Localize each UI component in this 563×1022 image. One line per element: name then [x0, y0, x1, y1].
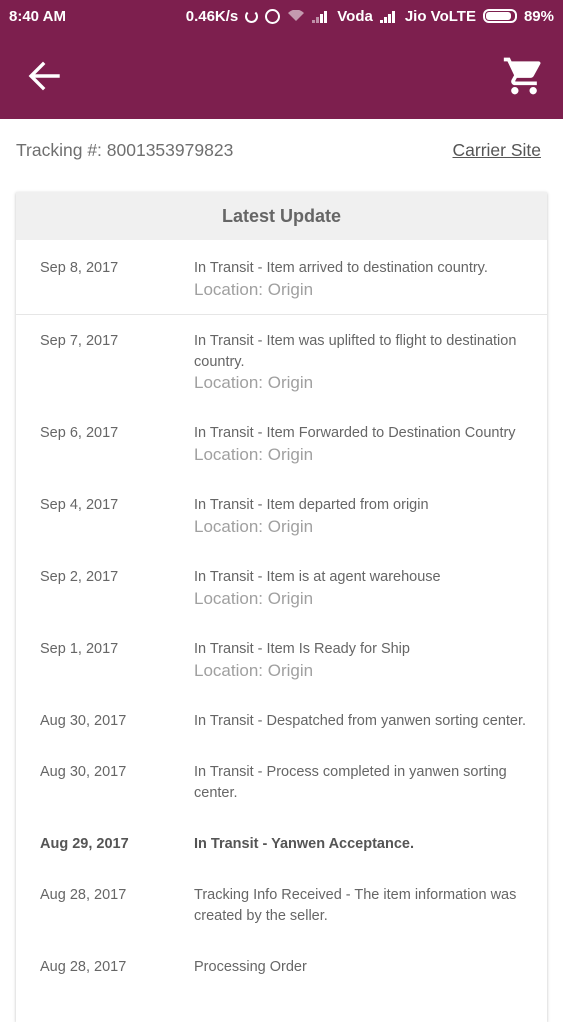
update-date: Aug 30, 2017 [40, 764, 127, 780]
status-time: 8:40 AM [9, 7, 66, 25]
update-description: In Transit - Item arrived to destination… [194, 258, 539, 300]
back-button[interactable] [24, 56, 64, 96]
update-date: Sep 8, 2017 [40, 260, 119, 276]
update-status: In Transit - Yanwen Acceptance. [194, 836, 414, 852]
update-status: In Transit - Process completed in yanwen… [194, 764, 507, 801]
card-header: Latest Update [16, 192, 547, 240]
update-status: Tracking Info Received - The item inform… [194, 887, 517, 924]
battery-icon [482, 9, 517, 23]
status-icons: 0.46K/s Voda Jio VoLTE 89% [186, 8, 554, 25]
update-location: Location: Origin [194, 516, 314, 536]
carrier-name-1: Voda [337, 7, 373, 25]
alarm-icon [265, 8, 281, 24]
tracking-row: Tracking #: 8001353979823 Carrier Site [16, 137, 541, 163]
tracking-updates-card: Latest Update Sep 8, 2017 In Transit - It… [16, 192, 547, 1022]
wifi-icon [288, 10, 305, 21]
update-date: Sep 6, 2017 [40, 425, 119, 441]
update-description: In Transit - Item Forwarded to Destinati… [194, 423, 539, 465]
update-description: In Transit - Despatched from yanwen sort… [194, 711, 539, 732]
status-bar: 8:40 AM 0.46K/s Voda Jio VoLTE 89% [0, 0, 563, 32]
update-status: In Transit - Item arrived to destination… [194, 260, 488, 276]
signal-icon-sim2 [379, 10, 398, 23]
sync-icon [245, 9, 259, 23]
update-status: In Transit - Item Is Ready for Ship [194, 641, 410, 657]
update-status: In Transit - Item is at agent warehouse [194, 569, 441, 585]
update-description: Processing Order [194, 957, 539, 978]
update-status: Processing Order [194, 959, 307, 975]
update-date: Sep 4, 2017 [40, 497, 119, 513]
update-description: In Transit - Item was uplifted to flight… [194, 331, 539, 393]
update-description: In Transit - Item departed from origin Lo… [194, 495, 539, 537]
carrier-site-link[interactable]: Carrier Site [453, 140, 542, 161]
update-date: Sep 2, 2017 [40, 569, 119, 585]
tracking-number: Tracking #: 8001353979823 [16, 139, 234, 160]
signal-icon-sim1 [312, 10, 330, 23]
row-divider [16, 314, 547, 315]
update-date: Sep 1, 2017 [40, 641, 119, 657]
carrier-name-2: Jio VoLTE [404, 7, 476, 25]
update-date: Aug 29, 2017 [40, 836, 129, 852]
shopping-cart-icon [503, 57, 541, 95]
update-description: In Transit - Item is at agent warehouse L… [194, 567, 539, 609]
update-location: Location: Origin [194, 444, 314, 464]
update-location: Location: Origin [194, 660, 314, 680]
update-description: Tracking Info Received - The item inform… [194, 885, 539, 926]
update-date: Aug 28, 2017 [40, 959, 127, 975]
update-status: In Transit - Item was uplifted to flight… [194, 333, 517, 370]
update-location: Location: Origin [194, 373, 314, 392]
update-location: Location: Origin [194, 279, 314, 299]
update-status: In Transit - Despatched from yanwen sort… [194, 713, 527, 729]
network-speed: 0.46K/s [185, 7, 239, 25]
app-bar [0, 32, 563, 119]
update-description: In Transit - Item Is Ready for Ship Locat… [194, 639, 539, 681]
update-date: Aug 28, 2017 [40, 887, 127, 903]
update-description: In Transit - Process completed in yanwen… [194, 762, 539, 803]
update-date: Aug 30, 2017 [40, 713, 127, 729]
update-status: In Transit - Item departed from origin [194, 497, 429, 513]
arrow-left-icon [28, 61, 60, 91]
update-date: Sep 7, 2017 [40, 333, 119, 349]
cart-button[interactable] [502, 54, 546, 98]
update-description: In Transit - Yanwen Acceptance. [194, 834, 539, 855]
update-status: In Transit - Item Forwarded to Destinati… [194, 425, 516, 441]
battery-percent: 89% [523, 7, 554, 25]
update-location: Location: Origin [194, 588, 314, 608]
